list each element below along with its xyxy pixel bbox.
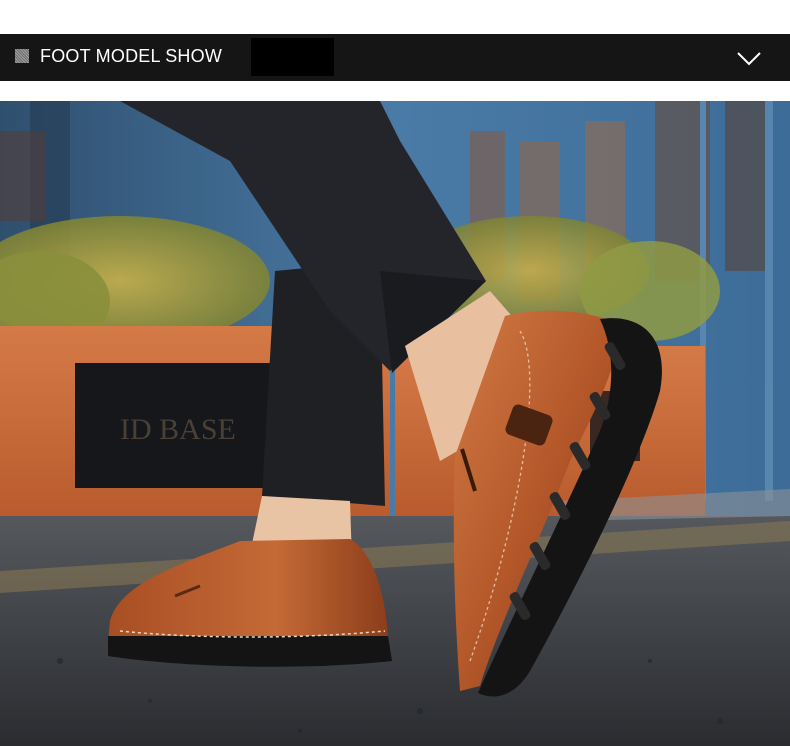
- photo-illustration: ID BASE: [0, 101, 790, 746]
- redacted-box: [251, 38, 334, 76]
- foot-model-show-header[interactable]: FOOT MODEL SHOW: [0, 34, 790, 81]
- section-title: FOOT MODEL SHOW: [40, 46, 223, 66]
- product-detail-page: FOOT MODEL SHOW ID BASE: [0, 0, 790, 746]
- foot-model-photo: ID BASE: [0, 101, 790, 746]
- hatched-square-icon: [15, 49, 29, 63]
- chevron-down-icon[interactable]: [736, 49, 762, 67]
- storefront-sign-text: ID BASE: [120, 413, 236, 446]
